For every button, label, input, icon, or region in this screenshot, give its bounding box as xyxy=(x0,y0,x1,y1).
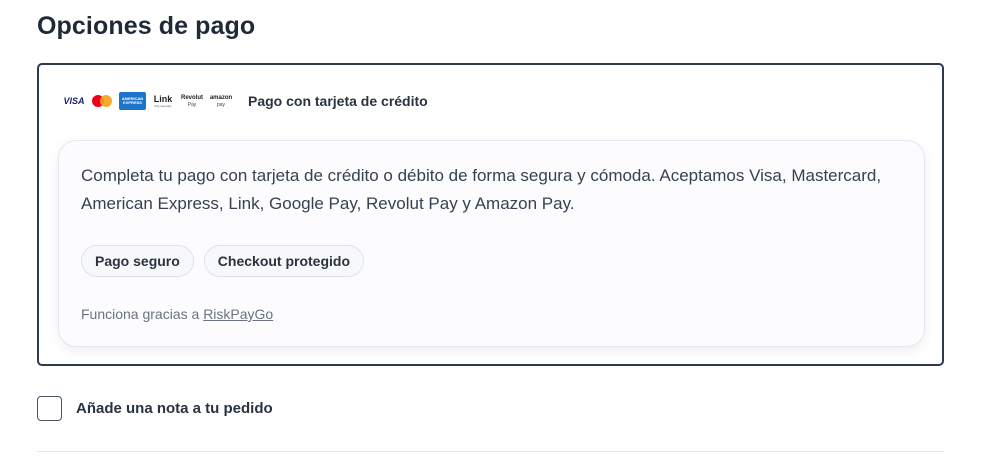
powered-by-text: Funciona gracias a xyxy=(81,306,204,322)
amex-logo-icon: AMERICAN EXPRESS xyxy=(119,92,146,110)
amazon-pay-logo-icon: amazon pay xyxy=(209,94,233,108)
powered-by: Funciona gracias a RiskPayGo xyxy=(81,306,273,322)
riskpaygo-link[interactable]: RiskPayGo xyxy=(203,306,273,322)
card-brand-logos: VISA AMERICAN EXPRESS Link Pay securely … xyxy=(63,92,232,110)
link-logo-icon: Link Pay securely xyxy=(153,93,173,108)
badge-protected-checkout: Checkout protegido xyxy=(203,245,365,277)
revolut-pay-logo-icon: Revolut Pay xyxy=(180,94,203,108)
payment-info-box: Completa tu pago con tarjeta de crédito … xyxy=(58,140,925,347)
mastercard-logo-icon xyxy=(91,93,113,109)
order-note-toggle[interactable]: Añade una nota a tu pedido xyxy=(37,396,273,421)
order-note-label[interactable]: Añade una nota a tu pedido xyxy=(76,400,273,417)
trust-badges: Pago seguro Checkout protegido xyxy=(81,245,365,277)
badge-secure-payment: Pago seguro xyxy=(81,245,194,277)
divider xyxy=(37,451,944,452)
visa-logo-icon: VISA xyxy=(63,96,85,106)
payment-method-card[interactable]: VISA AMERICAN EXPRESS Link Pay securely … xyxy=(37,63,944,366)
payment-method-header[interactable]: VISA AMERICAN EXPRESS Link Pay securely … xyxy=(63,87,428,115)
order-note-checkbox[interactable] xyxy=(37,396,62,421)
payment-method-label[interactable]: Pago con tarjeta de crédito xyxy=(248,93,428,109)
section-title: Opciones de pago xyxy=(37,12,256,40)
payment-description: Completa tu pago con tarjeta de crédito … xyxy=(81,166,882,213)
